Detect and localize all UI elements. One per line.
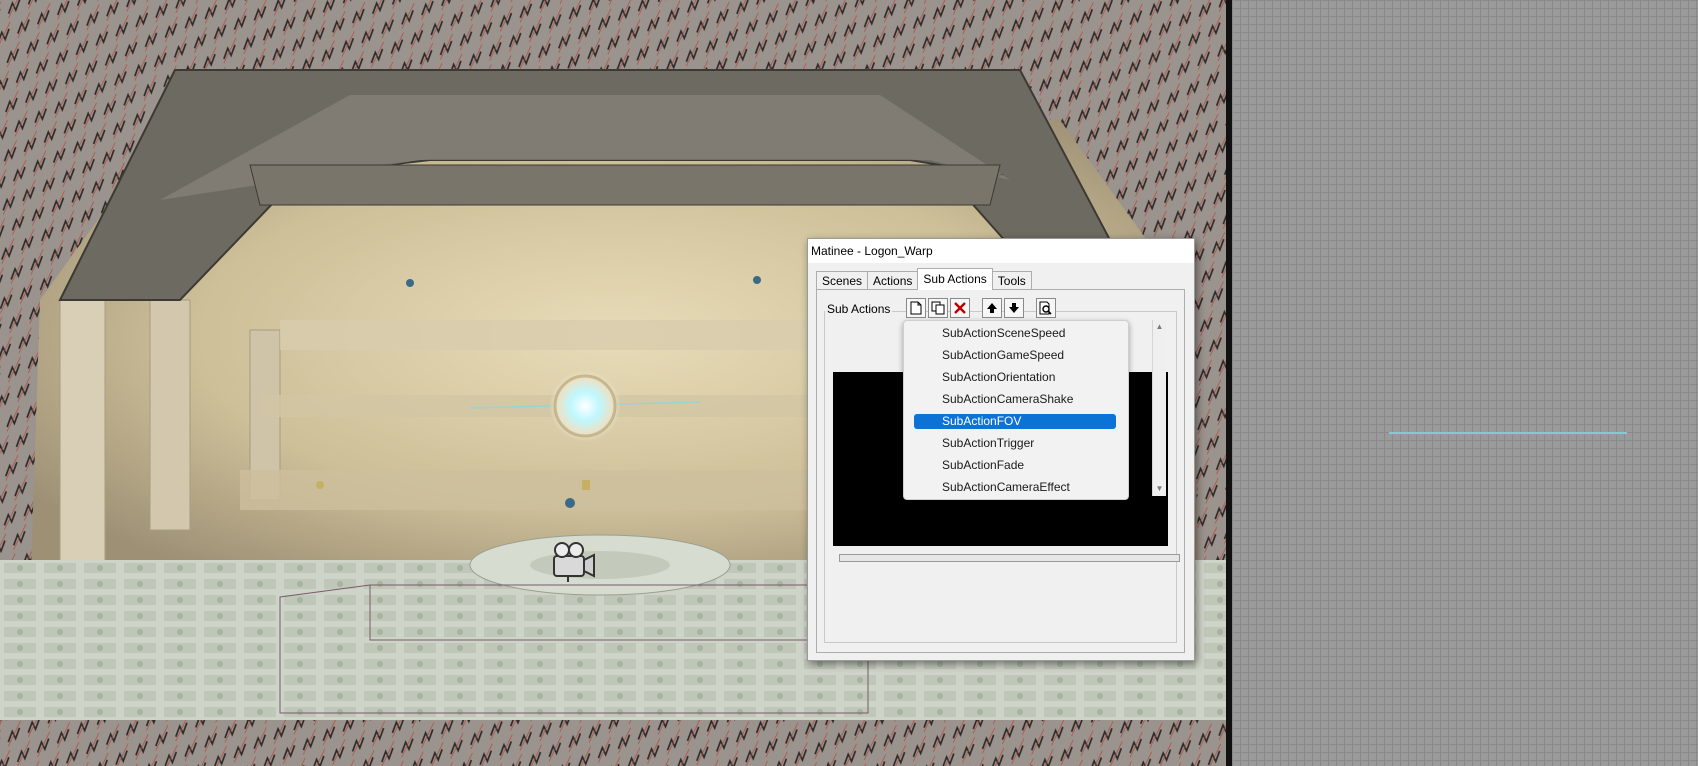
sub-actions-group-label: Sub Actions	[825, 302, 893, 316]
magnifier-document-icon[interactable]	[1036, 298, 1056, 318]
list-vertical-scrollbar[interactable]: ▲ ▼	[1152, 320, 1166, 496]
camera-path-line	[1389, 432, 1627, 434]
copy-icon[interactable]	[928, 298, 948, 318]
sub-action-type-dropdown[interactable]: SubActionSceneSpeed SubActionGameSpeed S…	[903, 320, 1129, 500]
dropdown-item[interactable]: SubActionCameraEffect	[914, 480, 1116, 495]
camera-actor-icon[interactable]	[550, 540, 598, 584]
tab-actions[interactable]: Actions	[867, 271, 919, 290]
window-title: Matinee - Logon_Warp	[808, 239, 1194, 263]
dropdown-item[interactable]: SubActionFade	[914, 458, 1116, 473]
arrow-up-icon[interactable]	[982, 298, 1002, 318]
dropdown-item[interactable]: SubActionGameSpeed	[914, 348, 1116, 363]
scroll-up-icon[interactable]: ▲	[1153, 320, 1166, 334]
new-document-icon[interactable]	[906, 298, 926, 318]
tab-strip: Scenes Actions Sub Actions Tools	[816, 268, 1032, 290]
scroll-down-icon[interactable]: ▼	[1153, 482, 1166, 496]
tab-tools[interactable]: Tools	[991, 271, 1032, 290]
sub-actions-toolbar	[906, 298, 1056, 318]
dropdown-item[interactable]: SubActionOrientation	[914, 370, 1116, 385]
arrow-down-icon[interactable]	[1004, 298, 1024, 318]
dropdown-item[interactable]: SubActionSceneSpeed	[914, 326, 1116, 341]
tab-scenes[interactable]: Scenes	[816, 271, 869, 290]
grid-viewport[interactable]	[1232, 0, 1698, 766]
dropdown-item-selected[interactable]: SubActionFOV	[914, 414, 1116, 429]
tab-sub-actions[interactable]: Sub Actions	[917, 268, 993, 290]
horizontal-scrollbar[interactable]	[839, 554, 1180, 562]
dropdown-item[interactable]: SubActionTrigger	[914, 436, 1116, 451]
dropdown-item[interactable]: SubActionCameraShake	[914, 392, 1116, 407]
delete-x-icon[interactable]	[950, 298, 970, 318]
